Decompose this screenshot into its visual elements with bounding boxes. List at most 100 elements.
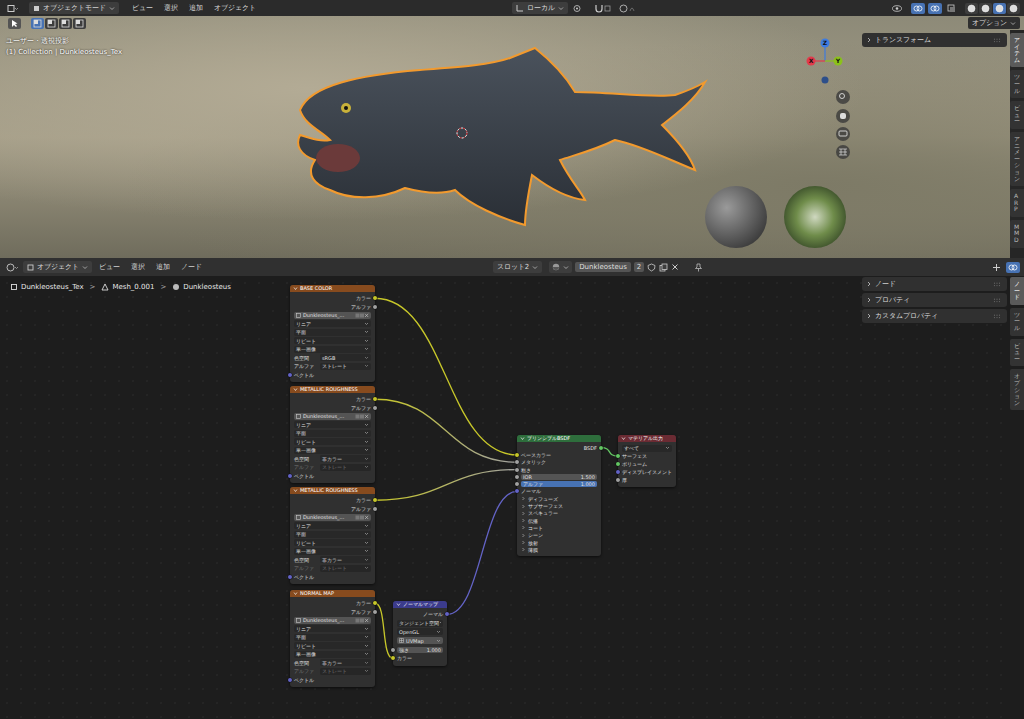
menu-item[interactable]: ビュー bbox=[128, 3, 157, 13]
input-socket[interactable] bbox=[616, 470, 620, 474]
orientation-dropdown[interactable]: ローカル bbox=[512, 2, 568, 14]
node-link[interactable] bbox=[375, 470, 517, 501]
node-dropdown[interactable]: リニア bbox=[294, 421, 371, 428]
sidebar-panel[interactable]: トランスフォーム bbox=[862, 33, 1007, 47]
menu-item[interactable]: 選択 bbox=[160, 3, 182, 13]
sidebar-tab[interactable]: オプション bbox=[1010, 369, 1024, 410]
sidebar-tab[interactable]: ノード bbox=[1010, 277, 1024, 305]
overlay-toggle[interactable] bbox=[911, 3, 925, 14]
property-dropdown[interactable]: 非カラー bbox=[320, 455, 371, 462]
input-socket[interactable] bbox=[515, 453, 519, 457]
panel-label[interactable]: 薄膜 bbox=[528, 547, 538, 553]
select-mode-button[interactable] bbox=[59, 18, 72, 29]
output-socket[interactable] bbox=[373, 406, 377, 410]
panel-label[interactable]: スペキュラー bbox=[528, 510, 558, 516]
sidebar-tab[interactable]: ビュー bbox=[1010, 101, 1024, 129]
property-dropdown[interactable]: 非カラー bbox=[320, 659, 371, 666]
image-selector[interactable]: Dunkleosteus_... bbox=[294, 514, 371, 521]
value-field[interactable]: IOR1.500 bbox=[521, 474, 597, 480]
node-dropdown[interactable]: すべて bbox=[622, 445, 672, 452]
pin-icon[interactable] bbox=[694, 263, 703, 272]
input-socket[interactable] bbox=[515, 460, 519, 464]
breadcrumb-item[interactable]: Dunkleosteus_Tex bbox=[21, 283, 84, 291]
shield-icon[interactable] bbox=[647, 263, 656, 272]
collapse-icon[interactable] bbox=[293, 286, 298, 291]
material-name-field[interactable]: Dunkleosteus bbox=[575, 262, 631, 272]
input-socket[interactable] bbox=[288, 373, 292, 377]
panel-label[interactable]: 放射 bbox=[528, 540, 538, 546]
node-dropdown[interactable]: タンジェント空間 bbox=[397, 620, 443, 627]
collapse-icon[interactable] bbox=[293, 591, 298, 596]
material-users-count[interactable]: 2 bbox=[634, 262, 644, 272]
collapse-icon[interactable] bbox=[621, 436, 626, 441]
visibility-button[interactable] bbox=[890, 3, 908, 14]
dunkleosteus-model[interactable] bbox=[298, 48, 705, 225]
output-socket[interactable] bbox=[599, 446, 603, 450]
select-mode-button[interactable] bbox=[31, 18, 44, 29]
output-socket[interactable] bbox=[373, 397, 377, 401]
panel-label[interactable]: ディフューズ bbox=[528, 496, 558, 502]
editor-type-button[interactable] bbox=[4, 262, 20, 273]
node-dropdown[interactable]: リニア bbox=[294, 625, 371, 632]
collapse-icon[interactable] bbox=[520, 436, 525, 441]
shader-node[interactable]: BASE COLORカラーアルファDunkleosteus_...リニア平面リピ… bbox=[290, 285, 375, 382]
select-tool-button[interactable] bbox=[8, 18, 21, 29]
input-socket[interactable] bbox=[515, 475, 519, 479]
axis-handle[interactable]: X bbox=[807, 57, 816, 66]
node-dropdown[interactable]: リピート bbox=[294, 642, 371, 649]
property-dropdown[interactable]: ストレート bbox=[320, 363, 371, 370]
shader-type-dropdown[interactable]: オブジェクト bbox=[23, 261, 92, 273]
node-dropdown[interactable]: 単一画像 bbox=[294, 346, 371, 353]
breadcrumb-item[interactable]: Mesh_0.001 bbox=[112, 283, 154, 291]
node-dropdown[interactable]: リニア bbox=[294, 522, 371, 529]
output-socket[interactable] bbox=[373, 296, 377, 300]
pan-button[interactable] bbox=[836, 109, 850, 123]
node-dropdown[interactable]: 平面 bbox=[294, 531, 371, 538]
shader-node[interactable]: NORMAL MAPカラーアルファDunkleosteus_...リニア平面リピ… bbox=[290, 590, 375, 687]
sidebar-tab[interactable]: ツール bbox=[1010, 308, 1024, 336]
input-socket[interactable] bbox=[288, 678, 292, 682]
input-socket[interactable] bbox=[616, 454, 620, 458]
input-socket[interactable] bbox=[515, 482, 519, 486]
viewport-area[interactable]: ZYXユーザー・透視投影(1) Collection | Dunkleosteu… bbox=[0, 30, 862, 258]
panel-label[interactable]: 伝播 bbox=[528, 518, 538, 524]
gizmo-toggle[interactable] bbox=[990, 262, 1003, 273]
camera-button[interactable] bbox=[836, 127, 850, 141]
shading-mode-button[interactable] bbox=[1007, 3, 1020, 14]
sidebar-tab[interactable]: アイテム bbox=[1010, 33, 1024, 67]
output-socket[interactable] bbox=[373, 498, 377, 502]
collapse-icon[interactable] bbox=[293, 488, 298, 493]
node-graph[interactable]: Dunkleosteus_Tex>Mesh_0.001>Dunkleosteus… bbox=[0, 276, 862, 719]
node-dropdown[interactable]: OpenGL bbox=[397, 628, 443, 635]
output-socket[interactable] bbox=[445, 612, 449, 616]
uv-map-field[interactable]: UVMap bbox=[397, 637, 443, 644]
unlink-icon[interactable] bbox=[671, 263, 679, 271]
collapse-icon[interactable] bbox=[396, 602, 401, 607]
input-socket[interactable] bbox=[515, 489, 519, 493]
image-selector[interactable]: Dunkleosteus_... bbox=[294, 413, 371, 420]
node-dropdown[interactable]: 単一画像 bbox=[294, 651, 371, 658]
node-dropdown[interactable]: 単一画像 bbox=[294, 447, 371, 454]
viewport-scene[interactable]: オプションZYXユーザー・透視投影(1) Collection | Dunkle… bbox=[0, 16, 1024, 258]
overlay-toggle[interactable] bbox=[928, 3, 942, 14]
sidebar-tab[interactable]: アニメーション bbox=[1010, 132, 1024, 186]
output-socket[interactable] bbox=[373, 610, 377, 614]
input-socket[interactable] bbox=[288, 474, 292, 478]
shader-node[interactable]: プリンシプルBSDFBSDFベースカラーメタリック粗さIOR1.500アルファ1… bbox=[517, 435, 601, 556]
node-dropdown[interactable]: リピート bbox=[294, 438, 371, 445]
breadcrumb-item[interactable]: Dunkleosteus bbox=[183, 283, 231, 291]
shading-mode-button[interactable] bbox=[979, 3, 992, 14]
output-socket[interactable] bbox=[373, 601, 377, 605]
sidebar-tab[interactable]: ARP bbox=[1010, 189, 1024, 217]
duplicate-icon[interactable] bbox=[659, 263, 668, 272]
panel-label[interactable]: サブサーフェス bbox=[528, 503, 563, 509]
output-socket[interactable] bbox=[373, 305, 377, 309]
select-mode-button[interactable] bbox=[73, 18, 86, 29]
snap-button[interactable] bbox=[592, 3, 614, 14]
menu-item[interactable]: 追加 bbox=[152, 262, 174, 272]
node-dropdown[interactable]: 単一画像 bbox=[294, 548, 371, 555]
node-dropdown[interactable]: 平面 bbox=[294, 430, 371, 437]
axis-handle[interactable]: Z bbox=[821, 39, 830, 48]
sidebar-panel[interactable]: プロパティ bbox=[862, 293, 1007, 307]
negative-z-axis-icon[interactable] bbox=[822, 77, 829, 84]
